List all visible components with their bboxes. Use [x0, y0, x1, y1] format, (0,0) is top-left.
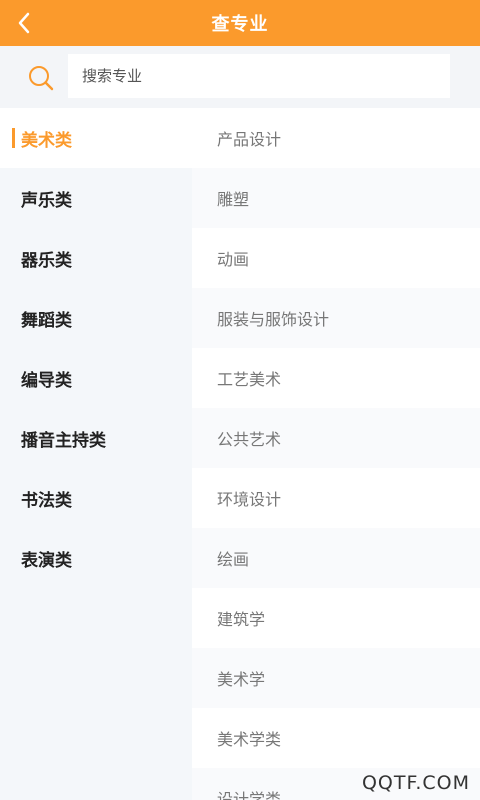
- major-item[interactable]: 环境设计: [192, 468, 480, 528]
- active-indicator: [12, 128, 15, 148]
- category-item[interactable]: 器乐类: [0, 228, 192, 288]
- category-label: 播音主持类: [21, 430, 106, 451]
- search-input[interactable]: [68, 54, 450, 98]
- category-item[interactable]: 播音主持类: [0, 408, 192, 468]
- category-item[interactable]: 表演类: [0, 528, 192, 588]
- major-item[interactable]: 产品设计: [192, 108, 480, 168]
- major-item[interactable]: 公共艺术: [192, 408, 480, 468]
- major-list: 产品设计 雕塑 动画 服装与服饰设计 工艺美术 公共艺术 环境设计 绘画 建筑学 美术学 美术学类设…: [192, 108, 480, 800]
- back-button[interactable]: [6, 0, 42, 46]
- major-item[interactable]: 工艺美术: [192, 348, 480, 408]
- category-item[interactable]: 编导类: [0, 348, 192, 408]
- category-label: 声乐类: [21, 190, 72, 211]
- category-label: 书法类: [21, 490, 72, 511]
- category-item[interactable]: 声乐类: [0, 168, 192, 228]
- app-screen: 查专业 美术类声乐类器乐类舞蹈类编导类播音主持类书法类表演类 产品设计雕塑动画服…: [0, 0, 480, 800]
- watermark: QQTF.COM: [361, 772, 470, 794]
- category-label: 美术类: [21, 130, 72, 151]
- category-label: 表演类: [21, 550, 72, 571]
- search-icon[interactable]: [27, 64, 55, 92]
- page-title: 查专业: [211, 14, 269, 35]
- search-bar: [0, 46, 480, 108]
- chevron-left-icon: [18, 12, 30, 34]
- category-label: 舞蹈类: [21, 310, 72, 331]
- major-item[interactable]: 绘画: [192, 528, 480, 588]
- category-label: 器乐类: [21, 250, 72, 271]
- category-sidebar: 美术类声乐类器乐类舞蹈类编导类播音主持类书法类表演类: [0, 108, 192, 800]
- category-item[interactable]: 美术类: [0, 108, 192, 168]
- major-item[interactable]: 美术学类: [192, 708, 480, 768]
- category-label: 编导类: [21, 370, 72, 391]
- category-item[interactable]: 书法类: [0, 468, 192, 528]
- major-item[interactable]: 动画: [192, 228, 480, 288]
- major-item[interactable]: 服装与服饰设计: [192, 288, 480, 348]
- category-item[interactable]: 舞蹈类: [0, 288, 192, 348]
- header-bar: 查专业: [0, 0, 480, 46]
- major-item[interactable]: 建筑学: [192, 588, 480, 648]
- major-item[interactable]: 雕塑: [192, 168, 480, 228]
- major-item[interactable]: 美术学: [192, 648, 480, 708]
